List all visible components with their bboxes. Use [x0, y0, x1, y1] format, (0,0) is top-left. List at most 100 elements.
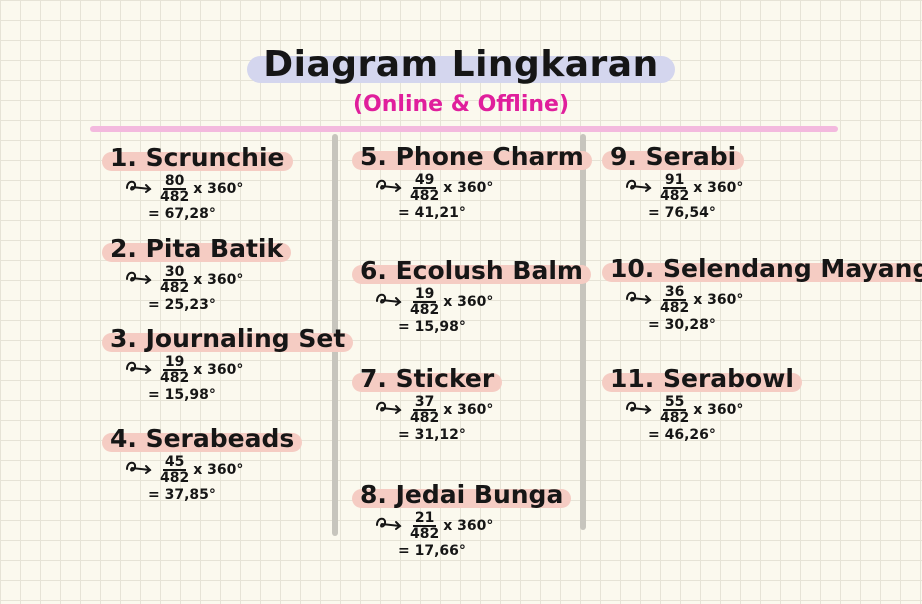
item-name: 5. Phone Charm	[352, 142, 592, 171]
multiplier: x 360°	[193, 462, 244, 478]
title-block: Diagram Lingkaran	[0, 44, 922, 85]
multiplier: x 360°	[443, 180, 494, 196]
item-selendang-mayang: 10. Selendang Mayang 36 482 x 360° = 30,…	[601, 254, 922, 333]
multiplier: x 360°	[443, 294, 494, 310]
item-name: 9. Serabi	[601, 142, 745, 171]
item-calculation: 45 482 x 360°	[124, 455, 294, 485]
numerator: 30	[162, 264, 187, 281]
item-result: = 37,85°	[148, 487, 216, 503]
item-name: 4. Serabeads	[101, 424, 303, 453]
item-name: 7. Sticker	[351, 364, 503, 393]
fraction: 37 482	[410, 395, 439, 425]
multiplier: x 360°	[443, 402, 494, 418]
denominator: 482	[410, 302, 440, 318]
numerator: 19	[412, 286, 437, 303]
numerator: 49	[412, 172, 437, 189]
item-pita-batik: 2. Pita Batik 30 482 x 360° = 25,23°	[101, 234, 292, 313]
item-serabeads: 4. Serabeads 45 482 x 360° = 37,85°	[101, 424, 303, 503]
item-name: 2. Pita Batik	[101, 234, 292, 263]
denominator: 482	[410, 188, 440, 204]
multiplier: x 360°	[443, 518, 494, 534]
item-result: = 41,21°	[398, 205, 466, 221]
item-result: = 30,28°	[648, 317, 716, 333]
fraction: 19 482	[160, 355, 189, 385]
denominator: 482	[160, 470, 190, 486]
item-calculation: 36 482 x 360°	[624, 285, 922, 315]
item-calculation: 49 482 x 360°	[374, 173, 584, 203]
multiplier: x 360°	[193, 181, 244, 197]
item-result: = 25,23°	[148, 297, 216, 313]
fraction: 91 482	[660, 173, 689, 203]
item-result: = 15,98°	[398, 319, 466, 335]
item-name: 1. Scrunchie	[102, 143, 292, 172]
page-subtitle: (Online & Offline)	[352, 92, 570, 117]
denominator: 482	[410, 526, 440, 542]
curly-arrow-icon	[374, 514, 410, 538]
title-underline	[90, 126, 838, 132]
fraction: 19 482	[410, 287, 439, 317]
multiplier: x 360°	[193, 272, 244, 288]
item-result: = 67,28°	[148, 206, 216, 222]
curly-arrow-icon	[124, 458, 160, 482]
item-result: = 31,12°	[398, 427, 466, 443]
item-name: 11. Serabowl	[602, 364, 802, 393]
item-scrunchie: 1. Scrunchie 80 482 x 360° = 67,28°	[102, 143, 292, 222]
item-sticker: 7. Sticker 37 482 x 360° = 31,12°	[351, 364, 503, 443]
fraction: 45 482	[160, 455, 189, 485]
denominator: 482	[160, 370, 190, 386]
curly-arrow-icon	[124, 358, 160, 382]
item-name: 3. Journaling Set	[101, 324, 354, 353]
multiplier: x 360°	[193, 362, 244, 378]
numerator: 37	[412, 394, 437, 411]
item-serabi: 9. Serabi 91 482 x 360° = 76,54°	[601, 142, 745, 221]
item-serabowl: 11. Serabowl 55 482 x 360° = 46,26°	[602, 364, 802, 443]
item-calculation: 19 482 x 360°	[374, 287, 583, 317]
numerator: 21	[412, 510, 437, 527]
denominator: 482	[660, 300, 690, 316]
denominator: 482	[660, 410, 690, 426]
item-name: 8. Jedai Bunga	[351, 480, 572, 509]
item-calculation: 19 482 x 360°	[124, 355, 345, 385]
curly-arrow-icon	[374, 290, 410, 314]
numerator: 19	[162, 354, 187, 371]
curly-arrow-icon	[374, 398, 410, 422]
fraction: 49 482	[410, 173, 439, 203]
denominator: 482	[160, 189, 190, 205]
numerator: 55	[662, 394, 687, 411]
item-jedai-bunga: 8. Jedai Bunga 21 482 x 360° = 17,66°	[351, 480, 572, 559]
denominator: 482	[410, 410, 440, 426]
fraction: 30 482	[160, 265, 189, 295]
denominator: 482	[160, 280, 190, 296]
item-name: 10. Selendang Mayang	[601, 254, 922, 283]
page-title: Diagram Lingkaran	[247, 44, 676, 85]
item-calculation: 37 482 x 360°	[374, 395, 494, 425]
curly-arrow-icon	[124, 177, 160, 201]
numerator: 91	[662, 172, 687, 189]
fraction: 36 482	[660, 285, 689, 315]
item-calculation: 30 482 x 360°	[124, 265, 283, 295]
item-calculation: 21 482 x 360°	[374, 511, 563, 541]
item-calculation: 80 482 x 360°	[124, 174, 285, 204]
item-result: = 76,54°	[648, 205, 716, 221]
item-calculation: 91 482 x 360°	[624, 173, 743, 203]
denominator: 482	[660, 188, 690, 204]
fraction: 21 482	[410, 511, 439, 541]
curly-arrow-icon	[624, 288, 660, 312]
item-calculation: 55 482 x 360°	[624, 395, 794, 425]
item-result: = 17,66°	[398, 543, 466, 559]
multiplier: x 360°	[693, 402, 744, 418]
fraction: 80 482	[160, 174, 189, 204]
item-result: = 46,26°	[648, 427, 716, 443]
numerator: 36	[662, 284, 687, 301]
item-ecolush-balm: 6. Ecolush Balm 19 482 x 360° = 15,98°	[352, 256, 591, 335]
multiplier: x 360°	[693, 180, 744, 196]
item-name: 6. Ecolush Balm	[352, 256, 591, 285]
item-result: = 15,98°	[148, 387, 216, 403]
curly-arrow-icon	[124, 268, 160, 292]
item-journaling-set: 3. Journaling Set 19 482 x 360° = 15,98°	[101, 324, 354, 403]
numerator: 45	[162, 454, 187, 471]
item-phone-charm: 5. Phone Charm 49 482 x 360° = 41,21°	[352, 142, 592, 221]
multiplier: x 360°	[693, 292, 744, 308]
curly-arrow-icon	[374, 176, 410, 200]
numerator: 80	[162, 173, 187, 190]
